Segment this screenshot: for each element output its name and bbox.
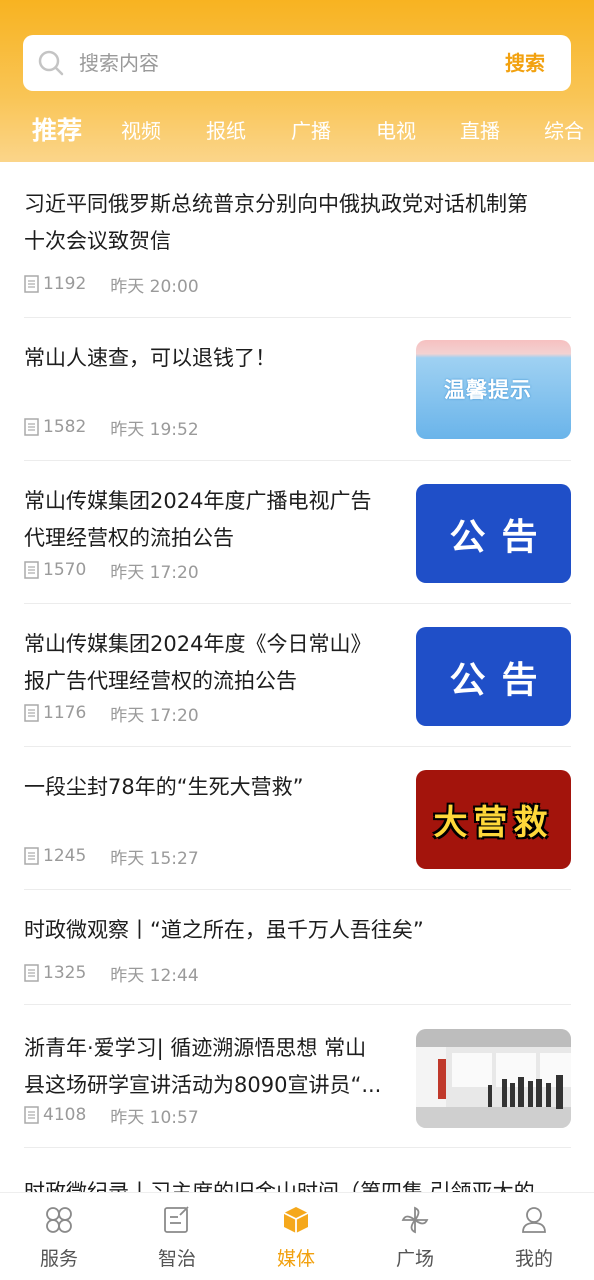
nav-label: 服务 (39, 1248, 78, 1270)
news-list[interactable]: 习近平同俄罗斯总统普京分别向中俄执政党对话机制第 十次会议致贺信 1192 昨天… (0, 162, 594, 1192)
news-title: 时政微观察丨“道之所在，虽千万人吾往矣” (24, 918, 424, 942)
news-item[interactable]: 时政微观察丨“道之所在，虽千万人吾往矣” 1325 昨天 12:44 (24, 890, 571, 1005)
document-icon (24, 704, 39, 722)
nav-profile[interactable]: 我的 (475, 1193, 593, 1280)
publish-time: 昨天 19:52 (110, 419, 199, 440)
news-item[interactable]: 时政微纪录丨习主席的旧金山时间（第四集 引领亚太的 (24, 1148, 571, 1192)
document-icon (24, 275, 39, 293)
view-count: 1582 (43, 417, 87, 437)
view-count: 1570 (43, 560, 87, 580)
exhibition-photo-image (416, 1029, 571, 1128)
publish-time: 昨天 12:44 (110, 965, 199, 986)
news-title: 习近平同俄罗斯总统普京分别向中俄执政党对话机制第 十次会议致贺信 (24, 192, 528, 253)
cube-icon (283, 1207, 309, 1233)
tab-recommend[interactable]: 推荐 (32, 108, 82, 154)
view-count: 1192 (43, 274, 87, 294)
tab-live[interactable]: 直播 (460, 108, 500, 154)
nav-services[interactable]: 服务 (0, 1193, 118, 1280)
tab-general[interactable]: 综合 (544, 108, 584, 154)
news-title: 常山传媒集团2024年度《今日常山》 报广告代理经营权的流拍公告 (24, 632, 372, 693)
news-item[interactable]: 常山人速查，可以退钱了！ 1582 昨天 19:52 温馨提示 (24, 318, 571, 461)
tab-video[interactable]: 视频 (121, 108, 161, 154)
nav-governance[interactable]: 智治 (118, 1193, 236, 1280)
publish-time: 昨天 10:57 (110, 1107, 199, 1128)
thumbnail-text: 大营救 (433, 803, 554, 843)
document-icon (24, 418, 39, 436)
news-item[interactable]: 一段尘封78年的“生死大营救” 1245 昨天 15:27 大营救 (24, 747, 571, 890)
channel-tabs: 推荐 视频 报纸 广播 电视 直播 综合 (0, 108, 594, 154)
news-title: 常山传媒集团2024年度广播电视广告 代理经营权的流拍公告 (24, 489, 372, 550)
view-count: 1325 (43, 963, 87, 983)
news-item[interactable]: 习近平同俄罗斯总统普京分别向中俄执政党对话机制第 十次会议致贺信 1192 昨天… (24, 162, 571, 318)
thumbnail-text: 温馨提示 (444, 378, 532, 402)
nav-square[interactable]: 广场 (356, 1193, 474, 1280)
news-item[interactable]: 浙青年·爱学习| 循迹溯源悟思想 常山 县这场研学宣讲活动为8090宣讲员“..… (24, 1005, 571, 1148)
publish-time: 昨天 17:20 (110, 705, 199, 726)
view-count: 1245 (43, 846, 87, 866)
search-bar[interactable]: 搜索内容 搜索 (23, 35, 571, 91)
search-icon (38, 50, 64, 76)
nav-media[interactable]: 媒体 (237, 1193, 355, 1280)
bottom-navigation: 服务 智治 媒体 广场 我的 (0, 1192, 594, 1280)
user-icon (522, 1207, 546, 1233)
news-thumbnail: 公告 (416, 484, 571, 583)
nav-label: 智治 (157, 1248, 196, 1270)
tab-newspaper[interactable]: 报纸 (206, 108, 246, 154)
news-thumbnail: 温馨提示 (416, 340, 571, 439)
grid-petals-icon (46, 1207, 72, 1233)
nav-label: 广场 (395, 1248, 434, 1270)
news-meta: 4108 昨天 10:57 (24, 1103, 199, 1128)
document-icon (24, 847, 39, 865)
document-icon (24, 964, 39, 982)
search-button[interactable]: 搜索 (505, 35, 545, 91)
publish-time: 昨天 17:20 (110, 562, 199, 583)
thumbnail-text: 公告 (449, 659, 554, 701)
news-thumbnail: 大营救 (416, 770, 571, 869)
news-item[interactable]: 常山传媒集团2024年度广播电视广告 代理经营权的流拍公告 1570 昨天 17… (24, 461, 571, 604)
app-header: 搜索内容 搜索 推荐 视频 报纸 广播 电视 直播 综合 (0, 0, 594, 162)
news-title: 常山人速查，可以退钱了！ (24, 346, 276, 370)
thumbnail-text: 公告 (449, 516, 554, 558)
news-meta: 1245 昨天 15:27 (24, 844, 199, 869)
news-meta: 1582 昨天 19:52 (24, 415, 199, 440)
tab-radio[interactable]: 广播 (291, 108, 331, 154)
news-thumbnail: 公告 (416, 627, 571, 726)
news-meta: 1176 昨天 17:20 (24, 701, 199, 726)
tab-tv[interactable]: 电视 (376, 108, 416, 154)
view-count: 4108 (43, 1105, 87, 1125)
news-meta: 1192 昨天 20:00 (24, 272, 199, 297)
pinwheel-icon (401, 1206, 429, 1234)
view-count: 1176 (43, 703, 87, 723)
document-icon (24, 561, 39, 579)
news-title: 浙青年·爱学习| 循迹溯源悟思想 常山 县这场研学宣讲活动为8090宣讲员“..… (24, 1036, 382, 1097)
document-icon (24, 1106, 39, 1124)
nav-label: 媒体 (276, 1248, 315, 1270)
news-thumbnail-photo (416, 1029, 571, 1128)
news-meta: 1325 昨天 12:44 (24, 961, 199, 986)
news-title: 一段尘封78年的“生死大营救” (24, 775, 304, 799)
publish-time: 昨天 20:00 (110, 276, 199, 297)
edit-note-icon (164, 1206, 189, 1233)
search-input[interactable]: 搜索内容 (79, 35, 159, 91)
news-item[interactable]: 常山传媒集团2024年度《今日常山》 报广告代理经营权的流拍公告 1176 昨天… (24, 604, 571, 747)
news-title: 时政微纪录丨习主席的旧金山时间（第四集 引领亚太的 (24, 1180, 535, 1192)
publish-time: 昨天 15:27 (110, 848, 199, 869)
news-meta: 1570 昨天 17:20 (24, 558, 199, 583)
nav-label: 我的 (514, 1248, 553, 1270)
